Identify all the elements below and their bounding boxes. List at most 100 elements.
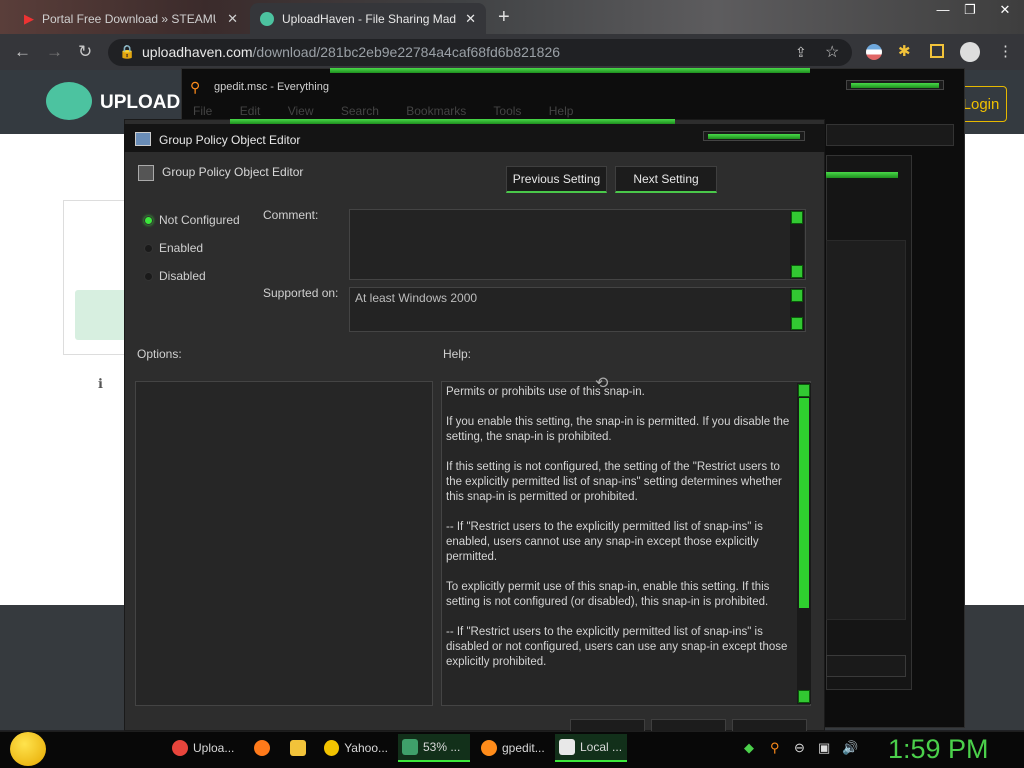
uploadhaven-logo-icon[interactable] (46, 82, 92, 120)
extensions-puzzle-icon[interactable]: ✱ (898, 42, 911, 60)
tab-title: Portal Free Download » STEAMU (42, 11, 216, 26)
behind-list-panel (826, 240, 906, 620)
close-window-icon[interactable]: ✕ (990, 2, 1020, 18)
dialog-title: Group Policy Object Editor (159, 133, 301, 147)
scroll-down-icon[interactable] (791, 265, 803, 278)
menu-view[interactable]: View (288, 104, 314, 118)
comment-label: Comment: (263, 208, 319, 222)
supported-on-value: At least Windows 2000 (355, 291, 478, 305)
tray-monitor-icon[interactable]: ▣ (818, 740, 830, 756)
everything-window-controls[interactable] (846, 80, 944, 90)
reload-icon[interactable]: ↻ (78, 42, 92, 62)
previous-setting-button[interactable]: Previous Setting (506, 166, 607, 193)
help-paragraph: -- If "Restrict users to the explicitly … (446, 521, 763, 563)
minimize-icon[interactable]: — (928, 2, 958, 17)
tab-uploadhaven[interactable]: UploadHaven - File Sharing Mad ✕ (250, 3, 486, 34)
tab-title: UploadHaven - File Sharing Mad (282, 11, 456, 26)
menu-bookmarks[interactable]: Bookmarks (406, 104, 466, 118)
policy-setting-icon (138, 165, 154, 181)
sidebar-icon[interactable] (930, 44, 944, 58)
radio-selected-icon[interactable] (144, 215, 153, 225)
radio-enabled[interactable]: Enabled (144, 241, 203, 255)
tray-everything-icon[interactable]: ⚲ (770, 740, 780, 756)
everything-accent-bar (330, 68, 810, 73)
radio-disabled[interactable]: Disabled (144, 269, 206, 283)
start-smiley-icon[interactable] (10, 732, 46, 766)
comment-textarea[interactable] (349, 209, 806, 280)
uploadhaven-icon (260, 11, 274, 26)
menu-kebab-icon[interactable]: ⋮ (998, 42, 1013, 60)
taskbar-chrome[interactable]: Uploa... (168, 734, 240, 762)
help-scrollbar-thumb[interactable] (799, 398, 809, 608)
everything-search-icon: ⚲ (190, 79, 201, 95)
dialog-window-controls[interactable] (703, 131, 805, 141)
url-text[interactable]: uploadhaven.com/download/281bc2eb9e22784… (142, 44, 560, 60)
restore-icon[interactable]: ❐ (955, 2, 985, 18)
tab-portal[interactable]: ▶ Portal Free Download » STEAMU ✕ (14, 3, 248, 34)
lock-icon: 🔒 (119, 44, 136, 59)
taskbar-local-policy[interactable]: Local ... (555, 734, 627, 762)
help-label: Help: (443, 347, 472, 361)
taskbar-everything[interactable]: gpedit... (477, 734, 549, 762)
back-icon[interactable]: ← (14, 42, 31, 62)
gpo-window-icon (135, 132, 151, 146)
scroll-down-icon[interactable] (791, 317, 803, 330)
menu-tools[interactable]: Tools (493, 104, 521, 118)
help-paragraph: Permits or prohibits use of this snap-in… (446, 386, 645, 398)
dialog-subtitle: Group Policy Object Editor (162, 165, 304, 179)
forward-icon[interactable]: → (46, 42, 63, 62)
ok-button[interactable] (570, 719, 645, 731)
scroll-up-icon[interactable] (791, 211, 803, 224)
help-paragraph: To explicitly permit use of this snap-in… (446, 581, 770, 608)
tray-network-icon[interactable]: ◆ (744, 740, 754, 756)
chrome-icon (172, 740, 188, 756)
behind-panel-footer (826, 655, 906, 677)
everything-menu-bar[interactable]: File Edit View Search Bookmarks Tools He… (193, 104, 573, 118)
everything-search-box[interactable] (826, 124, 954, 146)
tray-minus-icon[interactable]: ⊖ (794, 740, 805, 756)
everything-search-icon (481, 740, 497, 756)
extension-flag-icon[interactable] (866, 44, 882, 60)
supported-on-label: Supported on: (263, 286, 339, 300)
taskbar-folder[interactable] (286, 734, 316, 762)
folder-icon (290, 740, 306, 756)
menu-search[interactable]: Search (341, 104, 379, 118)
menu-edit[interactable]: Edit (240, 104, 261, 118)
taskbar-firefox[interactable] (250, 734, 280, 762)
taskbar-clock[interactable]: 1:59 PM (888, 734, 989, 765)
close-tab-icon[interactable]: ✕ (465, 11, 476, 27)
download-progress-icon (402, 739, 418, 755)
everything-title: gpedit.msc - Everything (214, 81, 329, 93)
options-panel (135, 381, 433, 706)
mouse-cursor-icon: ⟲ (595, 375, 609, 392)
radio-icon[interactable] (144, 243, 153, 253)
tray-volume-icon[interactable]: 🔊 (842, 740, 858, 756)
close-tab-icon[interactable]: ✕ (227, 11, 238, 27)
cancel-button[interactable] (651, 719, 726, 731)
help-paragraph: If this setting is not configured, the s… (446, 461, 782, 503)
youtube-icon: ▶ (24, 10, 34, 26)
apply-button[interactable] (732, 719, 807, 731)
scroll-down-icon[interactable] (798, 690, 810, 703)
taskbar-yahoo[interactable]: Yahoo... (320, 734, 392, 762)
firefox-icon (254, 740, 270, 756)
behind-window-bar (826, 172, 898, 178)
menu-file[interactable]: File (193, 104, 212, 118)
site-logo-text[interactable]: UPLOADH (100, 92, 194, 114)
radio-not-configured[interactable]: Not Configured (144, 213, 240, 227)
bookmark-star-icon[interactable]: ☆ (825, 42, 839, 62)
info-icon: ℹ (98, 376, 103, 391)
taskbar-download-progress[interactable]: 53% ... (398, 734, 470, 762)
share-icon[interactable]: ⇪ (795, 44, 807, 61)
scroll-up-icon[interactable] (798, 384, 810, 397)
menu-help[interactable]: Help (549, 104, 574, 118)
scroll-up-icon[interactable] (791, 289, 803, 302)
next-setting-button[interactable]: Next Setting (615, 166, 717, 193)
help-paragraph: If you enable this setting, the snap-in … (446, 416, 790, 443)
help-paragraph: -- If "Restrict users to the explicitly … (446, 626, 788, 668)
options-label: Options: (137, 347, 182, 361)
radio-icon[interactable] (144, 271, 153, 281)
new-tab-icon[interactable]: + (498, 6, 510, 29)
profile-avatar-icon[interactable] (960, 42, 980, 62)
yahoo-messenger-icon (324, 740, 340, 756)
